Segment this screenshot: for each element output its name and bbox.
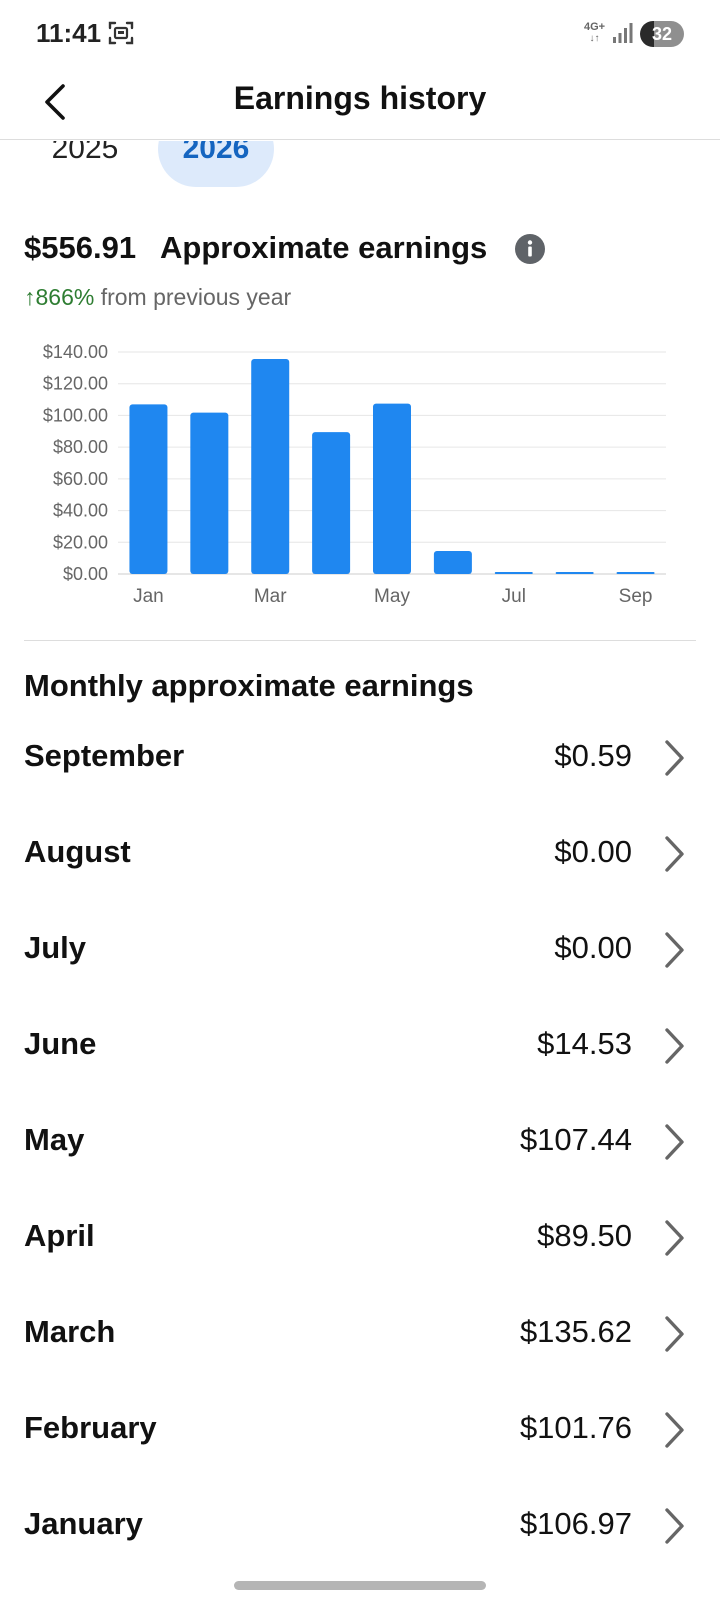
earnings-bar-chart: $0.00 $20.00 $40.00 $60.00 $80.00 $100.00 $120… xyxy=(43,342,666,607)
chevron-right-icon xyxy=(665,1028,684,1064)
y-tick-label: $0.00 xyxy=(63,564,108,584)
month-name: September xyxy=(24,738,185,773)
info-icon[interactable] xyxy=(514,233,546,265)
month-value: $135.62 xyxy=(519,1314,632,1349)
chevron-right-icon xyxy=(665,1124,684,1160)
monthly-earnings-list: September $0.59 August $0.00 July $0.00 … xyxy=(0,708,720,1572)
y-tick-label: $60.00 xyxy=(53,469,108,489)
chart-bar-apr[interactable] xyxy=(312,432,351,574)
month-row-february[interactable]: February $101.76 xyxy=(0,1380,720,1476)
total-earnings-amount: $556.91 xyxy=(24,230,137,265)
month-name: May xyxy=(24,1122,85,1157)
year-tabs: 2025 2026 xyxy=(0,141,720,187)
month-row-march[interactable]: March $135.62 xyxy=(0,1284,720,1380)
home-indicator[interactable] xyxy=(234,1581,486,1590)
screenshot-icon xyxy=(108,21,134,45)
month-row-september[interactable]: September $0.59 xyxy=(0,708,720,804)
month-value: $89.50 xyxy=(537,1218,632,1253)
status-time: 11:41 xyxy=(36,18,102,48)
up-arrow-icon: ↑ xyxy=(24,284,36,310)
chart-bar-feb[interactable] xyxy=(190,412,229,574)
month-value: $101.76 xyxy=(519,1410,632,1445)
month-row-april[interactable]: April $89.50 xyxy=(0,1188,720,1284)
chart-bar-may[interactable] xyxy=(373,403,411,574)
chevron-right-icon xyxy=(665,836,684,872)
chart-bar-sep[interactable] xyxy=(616,572,655,574)
month-name: April xyxy=(24,1218,95,1253)
monthly-earnings-heading: Monthly approximate earnings xyxy=(24,668,474,703)
month-value: $106.97 xyxy=(519,1506,632,1541)
divider xyxy=(24,640,696,641)
month-row-may[interactable]: May $107.44 xyxy=(0,1092,720,1188)
network-label: 4G+ ↓↑ xyxy=(584,21,606,45)
tab-2026[interactable]: 2026 xyxy=(158,141,274,187)
month-row-july[interactable]: July $0.00 xyxy=(0,900,720,996)
month-name: July xyxy=(24,930,87,965)
x-tick-label: Sep xyxy=(619,586,653,607)
y-tick-label: $140.00 xyxy=(43,342,108,362)
month-row-june[interactable]: June $14.53 xyxy=(0,996,720,1092)
month-name: February xyxy=(24,1410,157,1445)
x-tick-label: Jul xyxy=(502,586,526,607)
chart-bar-aug[interactable] xyxy=(555,572,594,574)
chevron-right-icon xyxy=(665,1412,684,1448)
y-tick-label: $20.00 xyxy=(53,532,108,552)
page-title: Earnings history xyxy=(233,80,487,116)
earnings-history-screen: 11:41 4G+ ↓↑ 32 Earnings history 2025 20… xyxy=(0,0,720,1600)
change-text: from previous year xyxy=(100,284,292,310)
month-value: $107.44 xyxy=(519,1122,632,1157)
change-from-previous-year: ↑866% from previous year xyxy=(24,284,291,311)
month-name: June xyxy=(24,1026,97,1061)
chart-bar-jun[interactable] xyxy=(433,550,472,574)
signal-icon xyxy=(613,23,633,43)
status-bar: 11:41 4G+ ↓↑ 32 xyxy=(0,0,720,66)
x-tick-label: Mar xyxy=(254,586,287,607)
month-row-august[interactable]: August $0.00 xyxy=(0,804,720,900)
y-tick-label: $40.00 xyxy=(53,501,108,521)
y-tick-label: $120.00 xyxy=(43,374,108,394)
chevron-right-icon xyxy=(665,740,684,776)
x-tick-label: Jan xyxy=(133,586,164,607)
month-value: $0.00 xyxy=(554,930,632,965)
month-value: $0.00 xyxy=(554,834,632,869)
app-bar: Earnings history xyxy=(0,66,720,140)
change-percent: 866% xyxy=(35,284,95,310)
tab-2025[interactable]: 2025 xyxy=(30,141,140,187)
month-row-january[interactable]: January $106.97 xyxy=(0,1476,720,1572)
y-tick-label: $80.00 xyxy=(53,437,108,457)
chevron-right-icon xyxy=(665,1316,684,1352)
month-name: January xyxy=(24,1506,143,1541)
chevron-right-icon xyxy=(665,1508,684,1544)
month-name: March xyxy=(24,1314,116,1349)
approximate-earnings-label: Approximate earnings xyxy=(160,230,488,265)
month-value: $0.59 xyxy=(554,738,632,773)
chart-bar-mar[interactable] xyxy=(251,358,290,574)
chart-bar-jan[interactable] xyxy=(129,404,168,574)
chevron-right-icon xyxy=(665,932,684,968)
month-value: $14.53 xyxy=(537,1026,632,1061)
x-tick-label: May xyxy=(374,586,410,607)
month-name: August xyxy=(24,834,131,869)
chevron-right-icon xyxy=(665,1220,684,1256)
battery-icon: 32 xyxy=(640,21,684,47)
chart-bar-jul[interactable] xyxy=(494,572,533,574)
y-tick-label: $100.00 xyxy=(43,405,108,425)
